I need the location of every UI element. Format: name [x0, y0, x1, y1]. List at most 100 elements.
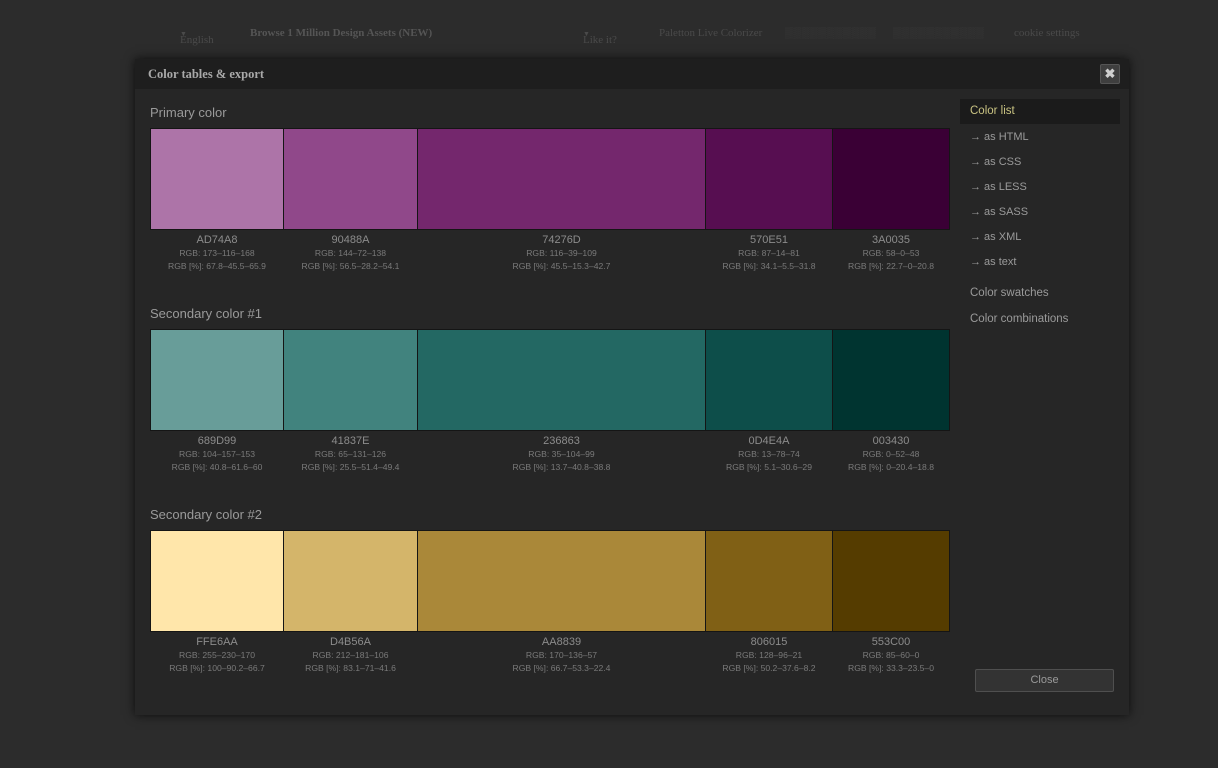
swatch-hex: FFE6AA	[196, 636, 238, 648]
sidebar-item-as-css[interactable]: → as CSS	[960, 150, 1120, 175]
color-swatch[interactable]	[705, 329, 833, 431]
swatch-rgb-percent: RGB [%]: 83.1–71–41.6	[305, 663, 396, 673]
swatch-rgb-percent: RGB [%]: 22.7–0–20.8	[848, 261, 934, 271]
swatch-info: 236863 RGB: 35–104–99 RGB [%]: 13.7–40.8…	[417, 434, 706, 474]
swatch-rgb: RGB: 255–230–170	[179, 650, 255, 660]
swatch-rgb: RGB: 58–0–53	[862, 248, 920, 258]
language-label: English	[180, 34, 214, 46]
swatch-rgb-percent: RGB [%]: 100–90.2–66.7	[169, 663, 265, 673]
modal-titlebar: Color tables & export ✖	[135, 59, 1129, 89]
swatch-rgb: RGB: 13–78–74	[738, 449, 800, 459]
like-it-label: Like it?	[583, 34, 617, 46]
blurred-link-2: ▒▒▒▒▒▒▒▒▒▒▒	[893, 27, 985, 39]
swatch-info: 003430 RGB: 0–52–48 RGB [%]: 0–20.4–18.8	[832, 434, 950, 474]
background-header: English ▼ Browse 1 Million Design Assets…	[155, 20, 1095, 46]
section-title: Secondary color #2	[150, 507, 263, 522]
color-swatch[interactable]	[705, 530, 833, 632]
swatch-rgb: RGB: 65–131–126	[314, 449, 387, 459]
swatch-hex: 41837E	[331, 435, 370, 447]
language-select[interactable]: English ▼	[180, 27, 214, 46]
swatch-info: 0D4E4A RGB: 13–78–74 RGB [%]: 5.1–30.6–2…	[705, 434, 833, 474]
swatch-rgb-percent: RGB [%]: 34.1–5.5–31.8	[722, 261, 816, 271]
swatch-info: 806015 RGB: 128–96–21 RGB [%]: 50.2–37.6…	[705, 635, 833, 675]
swatch-rgb: RGB: 35–104–99	[528, 449, 595, 459]
close-button[interactable]: Close	[975, 669, 1114, 692]
swatch-rgb: RGB: 85–60–0	[862, 650, 920, 660]
swatch-info: 553C00 RGB: 85–60–0 RGB [%]: 33.3–23.5–0	[832, 635, 950, 675]
swatch-rgb: RGB: 212–181–106	[312, 650, 389, 660]
swatch-rgb-percent: RGB [%]: 0–20.4–18.8	[848, 462, 934, 472]
swatch-rgb-percent: RGB [%]: 33.3–23.5–0	[848, 663, 934, 673]
swatch-rgb: RGB: 173–116–168	[179, 248, 255, 258]
color-swatch[interactable]	[832, 329, 950, 431]
swatch-rgb: RGB: 170–136–57	[525, 650, 598, 660]
swatch-hex: 236863	[543, 435, 580, 447]
swatch-hex: 553C00	[871, 636, 911, 648]
swatch-rgb: RGB: 116–39–109	[526, 248, 597, 258]
like-it-menu[interactable]: Like it? ▼	[583, 27, 617, 46]
swatch-rgb: RGB: 87–14–81	[738, 248, 800, 258]
swatch-hex: D4B56A	[330, 636, 371, 648]
swatch-rgb-percent: RGB [%]: 66.7–53.3–22.4	[512, 663, 611, 673]
color-swatch[interactable]	[417, 329, 706, 431]
swatch-hex: AA8839	[541, 636, 582, 648]
section-title: Primary color	[150, 105, 227, 120]
color-tables-modal: Color tables & export ✖ Primary color AD…	[135, 59, 1129, 715]
swatch-info: 3A0035 RGB: 58–0–53 RGB [%]: 22.7–0–20.8	[832, 233, 950, 273]
swatch-rgb-percent: RGB [%]: 45.5–15.3–42.7	[512, 261, 611, 271]
swatch-rgb-percent: RGB [%]: 5.1–30.6–29	[726, 462, 812, 472]
color-swatch[interactable]	[832, 530, 950, 632]
swatch-info: 41837E RGB: 65–131–126 RGB [%]: 25.5–51.…	[283, 434, 418, 474]
swatch-info: 689D99 RGB: 104–157–153 RGB [%]: 40.8–61…	[150, 434, 284, 474]
sidebar-item-as-xml[interactable]: → as XML	[960, 225, 1120, 250]
color-swatch[interactable]	[832, 128, 950, 230]
swatch-rgb-percent: RGB [%]: 13.7–40.8–38.8	[512, 462, 611, 472]
swatch-hex: 570E51	[750, 234, 788, 246]
color-swatch[interactable]	[705, 128, 833, 230]
swatch-rgb-percent: RGB [%]: 67.8–45.5–65.9	[168, 261, 266, 271]
swatch-info: 570E51 RGB: 87–14–81 RGB [%]: 34.1–5.5–3…	[705, 233, 833, 273]
swatch-rgb-percent: RGB [%]: 25.5–51.4–49.4	[301, 462, 400, 472]
browse-assets-link[interactable]: Browse 1 Million Design Assets (NEW)	[250, 27, 432, 39]
color-swatch[interactable]	[283, 128, 418, 230]
swatch-hex: 0D4E4A	[748, 435, 790, 447]
swatch-hex: 3A0035	[872, 234, 910, 246]
swatch-info: AD74A8 RGB: 173–116–168 RGB [%]: 67.8–45…	[150, 233, 284, 273]
swatch-hex: 90488A	[331, 234, 370, 246]
color-swatch[interactable]	[150, 329, 284, 431]
swatch-rgb: RGB: 104–157–153	[179, 449, 255, 459]
blurred-link-1: ▒▒▒▒▒▒▒▒▒▒▒	[785, 27, 877, 39]
color-swatch[interactable]	[150, 530, 284, 632]
color-swatch[interactable]	[283, 530, 418, 632]
paletton-colorizer-link[interactable]: Paletton Live Colorizer	[659, 27, 762, 39]
cookie-settings-link[interactable]: cookie settings	[1014, 27, 1080, 39]
sidebar-item-as-less[interactable]: → as LESS	[960, 175, 1120, 200]
swatch-info: FFE6AA RGB: 255–230–170 RGB [%]: 100–90.…	[150, 635, 284, 675]
swatch-rgb-percent: RGB [%]: 50.2–37.6–8.2	[722, 663, 816, 673]
color-swatch[interactable]	[150, 128, 284, 230]
sidebar-item-color-list[interactable]: Color list	[960, 99, 1120, 124]
swatch-hex: 806015	[750, 636, 788, 648]
swatch-rgb-percent: RGB [%]: 56.5–28.2–54.1	[301, 261, 400, 271]
section-title: Secondary color #1	[150, 306, 263, 321]
sidebar-item-as-sass[interactable]: → as SASS	[960, 200, 1120, 225]
color-swatch[interactable]	[283, 329, 418, 431]
close-x-icon[interactable]: ✖	[1100, 64, 1120, 84]
swatch-hex: 74276D	[542, 234, 581, 246]
swatch-hex: 689D99	[197, 435, 237, 447]
color-swatch[interactable]	[417, 128, 706, 230]
swatch-rgb: RGB: 144–72–138	[314, 248, 387, 258]
sidebar-item-as-text[interactable]: → as text	[960, 250, 1120, 275]
swatch-info: D4B56A RGB: 212–181–106 RGB [%]: 83.1–71…	[283, 635, 418, 675]
swatch-rgb: RGB: 0–52–48	[862, 449, 920, 459]
sidebar-item-color-combinations[interactable]: Color combinations	[960, 307, 1120, 332]
swatch-info: 90488A RGB: 144–72–138 RGB [%]: 56.5–28.…	[283, 233, 418, 273]
swatch-rgb: RGB: 128–96–21	[735, 650, 803, 660]
sidebar-item-as-html[interactable]: → as HTML	[960, 125, 1120, 150]
swatch-hex: 003430	[872, 435, 910, 447]
swatch-info: 74276D RGB: 116–39–109 RGB [%]: 45.5–15.…	[417, 233, 706, 273]
color-swatch[interactable]	[417, 530, 706, 632]
swatch-rgb-percent: RGB [%]: 40.8–61.6–60	[171, 462, 263, 472]
swatch-info: AA8839 RGB: 170–136–57 RGB [%]: 66.7–53.…	[417, 635, 706, 675]
sidebar-item-color-swatches[interactable]: Color swatches	[960, 281, 1120, 306]
